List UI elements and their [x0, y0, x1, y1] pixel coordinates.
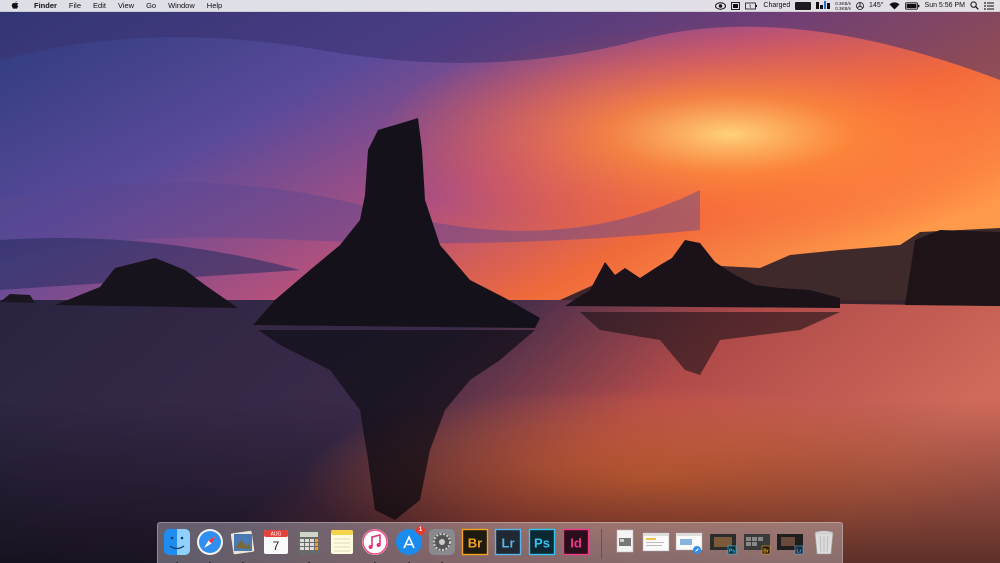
window-thumbnail-icon: Lr	[777, 534, 804, 555]
bridge-label: Br	[468, 536, 482, 551]
dock-lightroom[interactable]: Lr	[494, 528, 522, 556]
finder-icon	[164, 529, 190, 555]
menu-clock[interactable]: Sun 5:56 PM	[925, 0, 965, 12]
dock-notes[interactable]	[328, 528, 356, 556]
adobe-lightroom-icon: Lr	[494, 528, 522, 556]
adobe-indesign-icon: Id	[562, 528, 590, 556]
memory-bars-icon[interactable]	[816, 1, 831, 11]
dock-minimized-document-window[interactable]	[642, 528, 670, 556]
eye-icon[interactable]	[715, 1, 727, 11]
dock-app-store[interactable]: 1	[395, 526, 425, 556]
dock-adobe-bridge[interactable]: Br	[461, 528, 489, 556]
indesign-label: Id	[570, 536, 582, 551]
menu-file[interactable]: File	[63, 0, 87, 12]
battery-status-label: Charged	[763, 1, 791, 9]
mini-photoshop-label: Ps	[729, 549, 735, 555]
dock-document-stack[interactable]	[611, 528, 639, 556]
dock-minimized-lightroom-window[interactable]: Lr	[776, 528, 804, 556]
spotlight-search-icon[interactable]	[970, 1, 979, 11]
wifi-icon[interactable]	[889, 1, 900, 11]
adobe-photoshop-icon: Ps	[528, 528, 556, 556]
menu-go[interactable]: Go	[140, 0, 162, 12]
gear-icon	[429, 529, 455, 555]
mini-lightroom-label: Lr	[797, 549, 802, 555]
trash-icon	[814, 530, 834, 555]
dock-finder[interactable]	[163, 528, 191, 556]
adobe-bridge-icon: Br	[461, 528, 489, 556]
window-thumbnail-icon: Ps	[710, 534, 737, 555]
menu-help[interactable]: Help	[201, 0, 228, 12]
menu-view[interactable]: View	[112, 0, 140, 12]
fan-icon[interactable]	[856, 1, 864, 11]
apple-menu-icon[interactable]	[10, 1, 20, 11]
dock-minimized-photoshop-window[interactable]: Ps	[709, 528, 737, 556]
dock-calendar[interactable]: AUG 7	[262, 528, 290, 556]
calendar-month-label: AUG	[271, 532, 282, 538]
calendar-icon: AUG 7	[264, 530, 288, 554]
window-thumbnail-icon: Br	[744, 534, 771, 555]
dock-preview[interactable]	[229, 528, 257, 556]
window-thumbnail-icon	[642, 532, 670, 552]
dock-photoshop[interactable]: Ps	[528, 528, 556, 556]
safari-compass-icon	[197, 529, 223, 555]
menu-app-finder[interactable]: Finder	[28, 0, 63, 12]
photoshop-label: Ps	[534, 536, 550, 551]
menu-edit[interactable]: Edit	[87, 0, 112, 12]
network-download-speed: 0.3KB/s	[835, 5, 852, 11]
battery-icon[interactable]	[904, 1, 920, 11]
dock-minimized-bridge-window[interactable]: Br	[743, 528, 771, 556]
dock-separator	[601, 529, 602, 559]
network-speed-readout[interactable]: 0.3KB/s 0.3KB/s	[835, 1, 851, 11]
notification-center-icon[interactable]	[984, 1, 994, 11]
dock-itunes[interactable]	[361, 528, 389, 556]
temperature-readout[interactable]: 145°	[869, 0, 883, 12]
dock-minimized-safari-window[interactable]	[675, 528, 703, 556]
calculator-icon	[298, 530, 320, 554]
dock-safari[interactable]	[196, 528, 224, 556]
document-stack-icon	[616, 529, 634, 553]
itunes-music-note-icon	[362, 529, 388, 555]
mini-bridge-label: Br	[763, 549, 769, 555]
lightroom-label: Lr	[502, 536, 515, 551]
window-icon[interactable]	[731, 1, 741, 11]
dock-trash[interactable]	[810, 528, 838, 556]
battery-charged-icon[interactable]	[745, 1, 758, 11]
app-store-update-badge: 1	[416, 526, 425, 535]
dock-system-preferences[interactable]	[428, 528, 456, 556]
dock: AUG 7 1 Br Lr Ps Id Ps Br Lr	[157, 522, 843, 563]
menu-window[interactable]: Window	[162, 0, 201, 12]
monitor-cpu-icon[interactable]	[795, 1, 812, 11]
preview-photos-icon	[230, 530, 255, 555]
desktop-wallpaper	[0, 0, 1000, 563]
dock-calculator[interactable]	[295, 528, 323, 556]
menu-bar: Finder File Edit View Go Window Help Cha…	[0, 0, 1000, 12]
dock-indesign[interactable]: Id	[562, 528, 590, 556]
window-thumbnail-icon	[675, 532, 703, 554]
calendar-day-label: 7	[273, 539, 280, 553]
notes-icon	[331, 530, 353, 554]
